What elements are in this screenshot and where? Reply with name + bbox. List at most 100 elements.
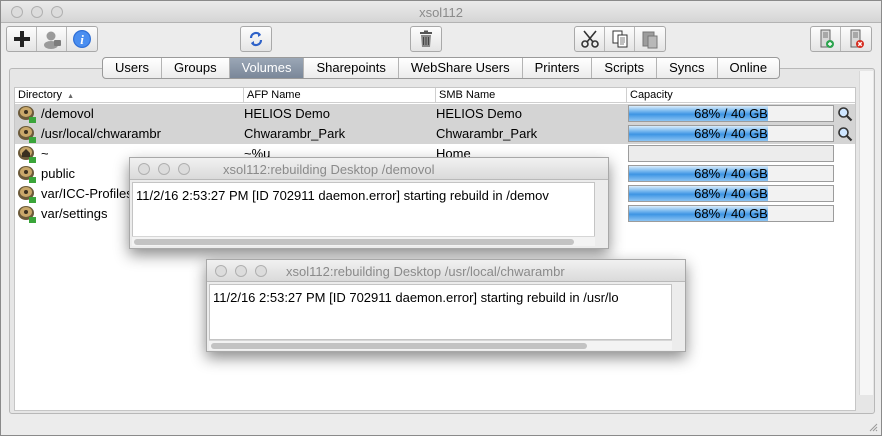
copy-icon xyxy=(612,30,627,48)
server-remove-icon xyxy=(850,29,864,48)
cell-capacity: 68% / 40 GB xyxy=(627,184,835,204)
table-row[interactable]: /usr/local/chwarambr Chwarambr_Park Chwa… xyxy=(15,124,855,144)
horizontal-scrollbar[interactable] xyxy=(209,340,672,350)
tab-online[interactable]: Online xyxy=(718,58,780,78)
column-header-capacity[interactable]: Capacity xyxy=(627,88,855,103)
cut-button[interactable] xyxy=(575,27,605,51)
minimize-window-button[interactable] xyxy=(235,265,247,277)
window-controls xyxy=(138,163,190,175)
magnifier-icon xyxy=(838,107,853,122)
directory-path: var/ICC-Profiles xyxy=(41,186,133,201)
capacity-bar: 68% / 40 GB xyxy=(628,185,834,202)
log-window-title-bar[interactable]: xsol112:rebuilding Desktop /usr/local/ch… xyxy=(207,260,685,282)
rebuild-log-window-chwarambr: xsol112:rebuilding Desktop /usr/local/ch… xyxy=(206,259,686,352)
toolbar-left-group: i xyxy=(6,26,98,52)
directory-path: ~ xyxy=(41,146,49,161)
tab-sharepoints[interactable]: Sharepoints xyxy=(304,58,399,78)
rebuild-log-window-demovol: xsol112:rebuilding Desktop /demovol 11/2… xyxy=(129,157,609,249)
window-title: xsol112 xyxy=(419,5,463,20)
tab-scripts[interactable]: Scripts xyxy=(592,58,658,78)
column-header-directory-label: Directory xyxy=(18,89,63,101)
close-window-button[interactable] xyxy=(138,163,150,175)
sort-ascending-icon: ▲ xyxy=(67,93,75,100)
capacity-text: 68% / 40 GB xyxy=(694,126,768,141)
window-controls xyxy=(215,265,267,277)
refresh-icon xyxy=(249,31,263,47)
disk-volume-icon xyxy=(18,126,36,143)
disk-volume-icon xyxy=(18,166,36,183)
log-text-area[interactable]: 11/2/16 2:53:27 PM [ID 702911 daemon.err… xyxy=(132,182,595,237)
zoom-window-button[interactable] xyxy=(255,265,267,277)
capacity-bar xyxy=(628,145,834,162)
capacity-text: 68% / 40 GB xyxy=(694,106,768,121)
toolbar-server-group xyxy=(810,26,872,52)
copy-button[interactable] xyxy=(605,27,635,51)
tab-syncs[interactable]: Syncs xyxy=(657,58,718,78)
capacity-text: 68% / 40 GB xyxy=(694,206,768,221)
paste-button[interactable] xyxy=(635,27,665,51)
user-lock-button[interactable] xyxy=(37,27,67,51)
log-line: 11/2/16 2:53:27 PM [ID 702911 daemon.err… xyxy=(136,188,549,203)
log-line: 11/2/16 2:53:27 PM [ID 702911 daemon.err… xyxy=(213,290,619,305)
capacity-bar: 68% / 40 GB xyxy=(628,165,834,182)
scrollbar-thumb[interactable] xyxy=(134,239,574,245)
info-button[interactable]: i xyxy=(67,27,97,51)
tab-bar: Users Groups Volumes Sharepoints WebShar… xyxy=(102,57,781,79)
toolbar-refresh-group xyxy=(240,26,272,52)
tab-users[interactable]: Users xyxy=(103,58,162,78)
refresh-button[interactable] xyxy=(241,27,271,51)
cell-capacity: 68% / 40 GB xyxy=(627,204,835,224)
cell-smb-name: Chwarambr_Park xyxy=(436,126,538,141)
log-window-title: xsol112:rebuilding Desktop /demovol xyxy=(223,162,435,177)
disk-volume-icon xyxy=(18,106,36,123)
cell-capacity: 68% / 40 GB xyxy=(627,164,835,184)
horizontal-scrollbar[interactable] xyxy=(132,236,595,246)
zoom-window-button[interactable] xyxy=(178,163,190,175)
table-header: Directory ▲ AFP Name SMB Name Capacity xyxy=(15,88,855,103)
info-icon: i xyxy=(73,30,91,48)
disk-volume-icon xyxy=(18,206,36,223)
title-bar[interactable]: xsol112 xyxy=(1,1,881,23)
tab-volumes[interactable]: Volumes xyxy=(229,58,305,78)
cell-search[interactable] xyxy=(835,124,855,144)
capacity-bar: 68% / 40 GB xyxy=(628,125,834,142)
directory-path: var/settings xyxy=(41,206,108,221)
trash-icon xyxy=(420,30,432,47)
log-text-area[interactable]: 11/2/16 2:53:27 PM [ID 702911 daemon.err… xyxy=(209,284,672,340)
add-button[interactable] xyxy=(7,27,37,51)
table-row[interactable]: /demovol HELIOS Demo HELIOS Demo 68% / 4… xyxy=(15,104,855,124)
capacity-bar: 68% / 40 GB xyxy=(628,105,834,122)
column-header-smb[interactable]: SMB Name xyxy=(436,88,627,103)
resize-grip-icon[interactable] xyxy=(868,422,878,432)
cell-afp-name: HELIOS Demo xyxy=(244,106,330,121)
cell-search[interactable] xyxy=(835,104,855,124)
cell-capacity: 68% / 40 GB xyxy=(627,124,835,144)
capacity-text xyxy=(629,146,833,161)
capacity-text: 68% / 40 GB xyxy=(694,166,768,181)
tab-printers[interactable]: Printers xyxy=(523,58,593,78)
capacity-bar: 68% / 40 GB xyxy=(628,205,834,222)
tab-webshare-users[interactable]: WebShare Users xyxy=(399,58,523,78)
cell-afp-name: Chwarambr_Park xyxy=(244,126,346,141)
scrollbar-thumb[interactable] xyxy=(211,343,587,349)
server-remove-button[interactable] xyxy=(841,27,871,51)
log-window-title: xsol112:rebuilding Desktop /usr/local/ch… xyxy=(286,264,565,279)
toolbar-edit-group xyxy=(574,26,666,52)
cell-directory: /demovol xyxy=(17,104,243,124)
log-window-title-bar[interactable]: xsol112:rebuilding Desktop /demovol xyxy=(130,158,608,180)
close-window-button[interactable] xyxy=(215,265,227,277)
vertical-scrollbar[interactable] xyxy=(859,71,873,395)
cell-directory: /usr/local/chwarambr xyxy=(17,124,243,144)
cell-smb-name: HELIOS Demo xyxy=(436,106,522,121)
server-add-button[interactable] xyxy=(811,27,841,51)
column-header-afp[interactable]: AFP Name xyxy=(244,88,436,103)
tab-groups[interactable]: Groups xyxy=(162,58,230,78)
magnifier-icon xyxy=(838,127,853,142)
trash-button[interactable] xyxy=(411,27,441,51)
svg-text:i: i xyxy=(80,32,84,47)
minimize-window-button[interactable] xyxy=(158,163,170,175)
home-folder-icon xyxy=(18,146,36,163)
directory-path: public xyxy=(41,166,75,181)
column-header-directory[interactable]: Directory ▲ xyxy=(15,88,244,103)
capacity-text: 68% / 40 GB xyxy=(694,186,768,201)
